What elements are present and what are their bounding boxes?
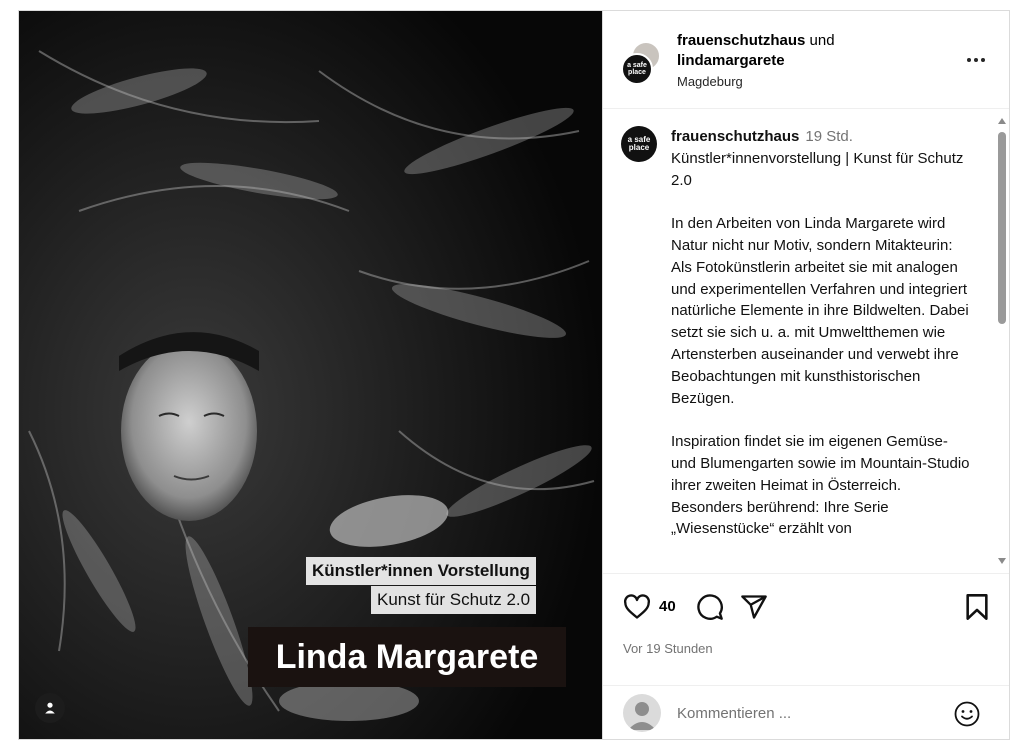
caption-username[interactable]: frauenschutzhaus xyxy=(671,128,799,145)
overlay-subtitle: Kunst für Schutz 2.0 xyxy=(371,586,537,614)
caption-meta: frauenschutzhaus 19 Std. xyxy=(671,126,971,148)
username-link-1[interactable]: frauenschutzhaus xyxy=(677,32,805,49)
caption-text: Künstler*innenvorstellung | Kunst für Sc… xyxy=(671,148,971,540)
post-dialog: Künstler*innen Vorstellung Kunst für Sch… xyxy=(18,10,1010,740)
comment-icon[interactable] xyxy=(696,593,724,621)
caption-paragraph: Inspiration findet sie im eigenen Gemüse… xyxy=(671,433,970,494)
username-link-2[interactable]: lindamargarete xyxy=(677,52,785,69)
post-timestamp: Vor 19 Stunden xyxy=(623,641,713,656)
post-photo[interactable]: Künstler*innen Vorstellung Kunst für Sch… xyxy=(19,11,602,739)
avatar-frauenschutzhaus[interactable]: a safe place xyxy=(621,53,653,85)
current-user-avatar xyxy=(623,694,661,732)
scroll-up-arrow[interactable] xyxy=(998,118,1006,124)
emoji-icon[interactable] xyxy=(953,700,981,728)
post-actions: 40 Vor 19 Stunden xyxy=(603,575,1009,685)
like-count[interactable]: 40 xyxy=(659,598,676,615)
heart-icon[interactable] xyxy=(623,593,651,621)
caption-gap xyxy=(671,191,971,213)
header-usernames: frauenschutzhaus und lindamargarete xyxy=(677,31,957,71)
caption-scroll-area[interactable]: a safe place frauenschutzhaus 19 Std. Kün… xyxy=(603,110,1009,574)
caption-paragraph: Besonders berührend: Ihre Serie „Wiesens… xyxy=(671,498,889,538)
scroll-down-arrow[interactable] xyxy=(998,558,1006,564)
comment-composer xyxy=(603,685,1009,739)
overlay-title: Künstler*innen Vorstellung xyxy=(306,557,536,585)
caption-scrollbar[interactable] xyxy=(994,110,1009,573)
post-header: a safe place frauenschutzhaus und lindam… xyxy=(603,11,1009,109)
caption-body: frauenschutzhaus 19 Std. Künstler*innenvo… xyxy=(671,126,971,540)
caption-avatar[interactable]: a safe place xyxy=(621,126,657,162)
share-icon[interactable] xyxy=(740,593,768,621)
scroll-thumb[interactable] xyxy=(998,132,1006,324)
caption-paragraph: Künstler*innenvorstellung | Kunst für Sc… xyxy=(671,149,964,189)
collab-avatars[interactable]: a safe place xyxy=(621,41,665,85)
caption-paragraph: In den Arbeiten von Linda Margarete wird… xyxy=(671,215,969,407)
caption-time: 19 Std. xyxy=(805,128,853,145)
username-connector: und xyxy=(809,32,835,49)
user-tag-icon xyxy=(45,702,55,714)
comment-input[interactable] xyxy=(677,700,937,726)
user-tag-button[interactable] xyxy=(35,693,65,723)
bookmark-icon[interactable] xyxy=(965,593,989,621)
default-user-icon xyxy=(628,702,656,730)
post-sidebar: a safe place frauenschutzhaus und lindam… xyxy=(602,11,1009,739)
caption-gap xyxy=(671,409,971,431)
overlay-artist-name: Linda Margarete xyxy=(248,627,566,687)
location-link[interactable]: Magdeburg xyxy=(677,74,743,89)
more-options-icon[interactable] xyxy=(967,55,991,65)
